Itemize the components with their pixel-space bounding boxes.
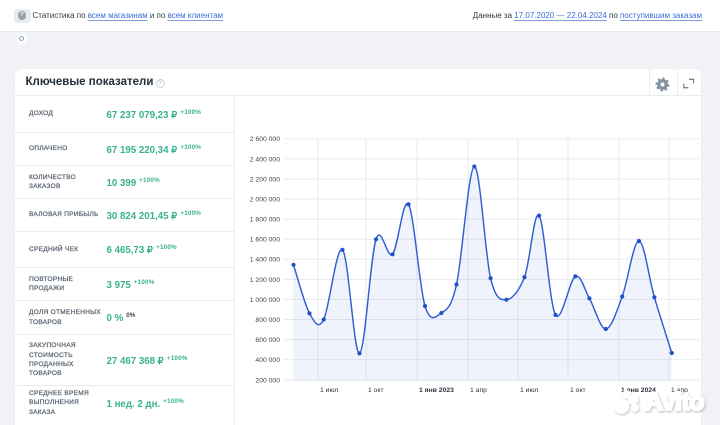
svg-text:600 000: 600 000 [255, 337, 280, 344]
svg-text:1 янв 2023: 1 янв 2023 [419, 387, 454, 394]
svg-text:1 окт: 1 окт [570, 387, 586, 394]
svg-text:800 000: 800 000 [255, 317, 280, 324]
svg-text:Avito: Avito [645, 388, 704, 416]
svg-text:1 800 000: 1 800 000 [250, 217, 280, 224]
svg-text:2 200 000: 2 200 000 [250, 176, 280, 183]
svg-text:2 000 000: 2 000 000 [250, 196, 280, 203]
svg-text:1 200 000: 1 200 000 [250, 277, 280, 284]
svg-text:200 000: 200 000 [255, 378, 280, 385]
svg-text:1 июл: 1 июл [520, 387, 538, 394]
svg-text:1 июл: 1 июл [320, 387, 338, 394]
svg-text:1 400 000: 1 400 000 [250, 257, 280, 264]
svg-text:1 000 000: 1 000 000 [250, 297, 280, 304]
svg-text:1 600 000: 1 600 000 [250, 237, 280, 244]
svg-text:2 400 000: 2 400 000 [250, 156, 280, 163]
svg-text:1 апр: 1 апр [470, 387, 487, 394]
svg-text:2 600 000: 2 600 000 [250, 136, 280, 143]
svg-text:1 окт: 1 окт [368, 387, 384, 394]
svg-text:400 000: 400 000 [255, 357, 280, 364]
